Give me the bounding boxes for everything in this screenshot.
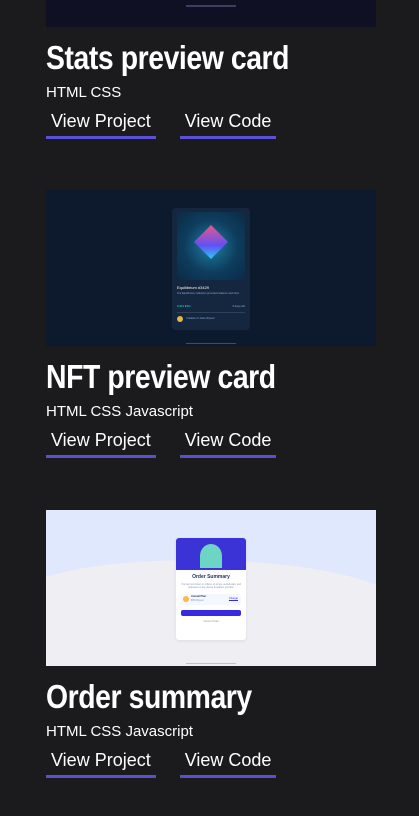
proceed-button[interactable]: Proceed to Payment [181,609,241,624]
project-thumbnail[interactable] [46,0,376,27]
nft-name: Equilibrium #3429 [177,285,210,290]
cancel-order[interactable]: Cancel Order [176,620,246,623]
change-link[interactable]: Change [229,597,238,600]
plan-box: Annual Plan $59.99/year Change [181,593,241,605]
nft-card: Equilibrium #3429 Our Equilibrium collec… [172,208,250,330]
view-code-link[interactable]: View Code [179,108,277,139]
thumbnail-footer-line [186,663,236,664]
order-hero-image [176,538,246,570]
project-links: View Project View Code [46,747,376,778]
project-title: Order summary [46,678,252,715]
project-card-stats: Stats preview card HTML CSS View Project… [46,0,376,139]
project-title: NFT preview card [46,358,276,395]
project-links: View Project View Code [46,427,376,458]
nft-description: Our Equilibrium collection promotes bala… [177,292,240,295]
view-project-link[interactable]: View Project [46,747,156,778]
view-project-link[interactable]: View Project [46,108,156,139]
project-tech: HTML CSS [46,84,122,101]
nft-price: 0.041 ETH [177,304,191,308]
project-title: Stats preview card [46,39,290,76]
project-card-order-summary: Order Summary You can now listen to mill… [46,510,376,778]
nft-days-left: 3 days left [232,304,245,308]
project-tech: HTML CSS Javascript [46,723,193,740]
creator-avatar [177,316,183,322]
plan-price: $59.99/year [191,598,204,602]
cube-icon [194,225,228,259]
view-code-link[interactable]: View Code [179,427,277,458]
view-code-link[interactable]: View Code [179,747,277,778]
order-text: You can now listen to millions of songs,… [181,583,241,590]
nft-divider [177,312,245,313]
music-note-icon [183,595,189,602]
nft-image [177,212,245,280]
thumbnail-footer-line [186,5,236,7]
order-card: Order Summary You can now listen to mill… [176,538,246,640]
project-links: View Project View Code [46,108,376,139]
project-tech: HTML CSS Javascript [46,403,193,420]
project-thumbnail[interactable]: Order Summary You can now listen to mill… [46,510,376,666]
project-card-nft: Equilibrium #3429 Our Equilibrium collec… [46,190,376,458]
order-heading: Order Summary [192,574,230,580]
nft-creator: Creation of Jules Wyvern [186,317,215,320]
project-thumbnail[interactable]: Equilibrium #3429 Our Equilibrium collec… [46,190,376,346]
music-illustration [200,544,222,568]
plan-name: Annual Plan [191,594,206,598]
view-project-link[interactable]: View Project [46,427,156,458]
thumbnail-footer-line [186,343,236,344]
